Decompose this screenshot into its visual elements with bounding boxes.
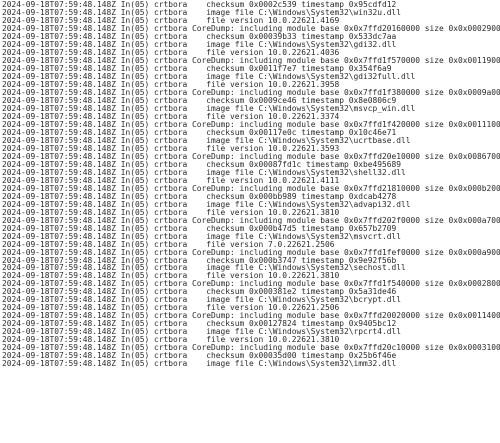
log-viewer[interactable]: 2024-09-18T07:59:48.148Z In(05) crtbora … — [0, 0, 500, 443]
log-line: 2024-09-18T07:59:48.148Z In(05) crtbora … — [2, 359, 397, 369]
